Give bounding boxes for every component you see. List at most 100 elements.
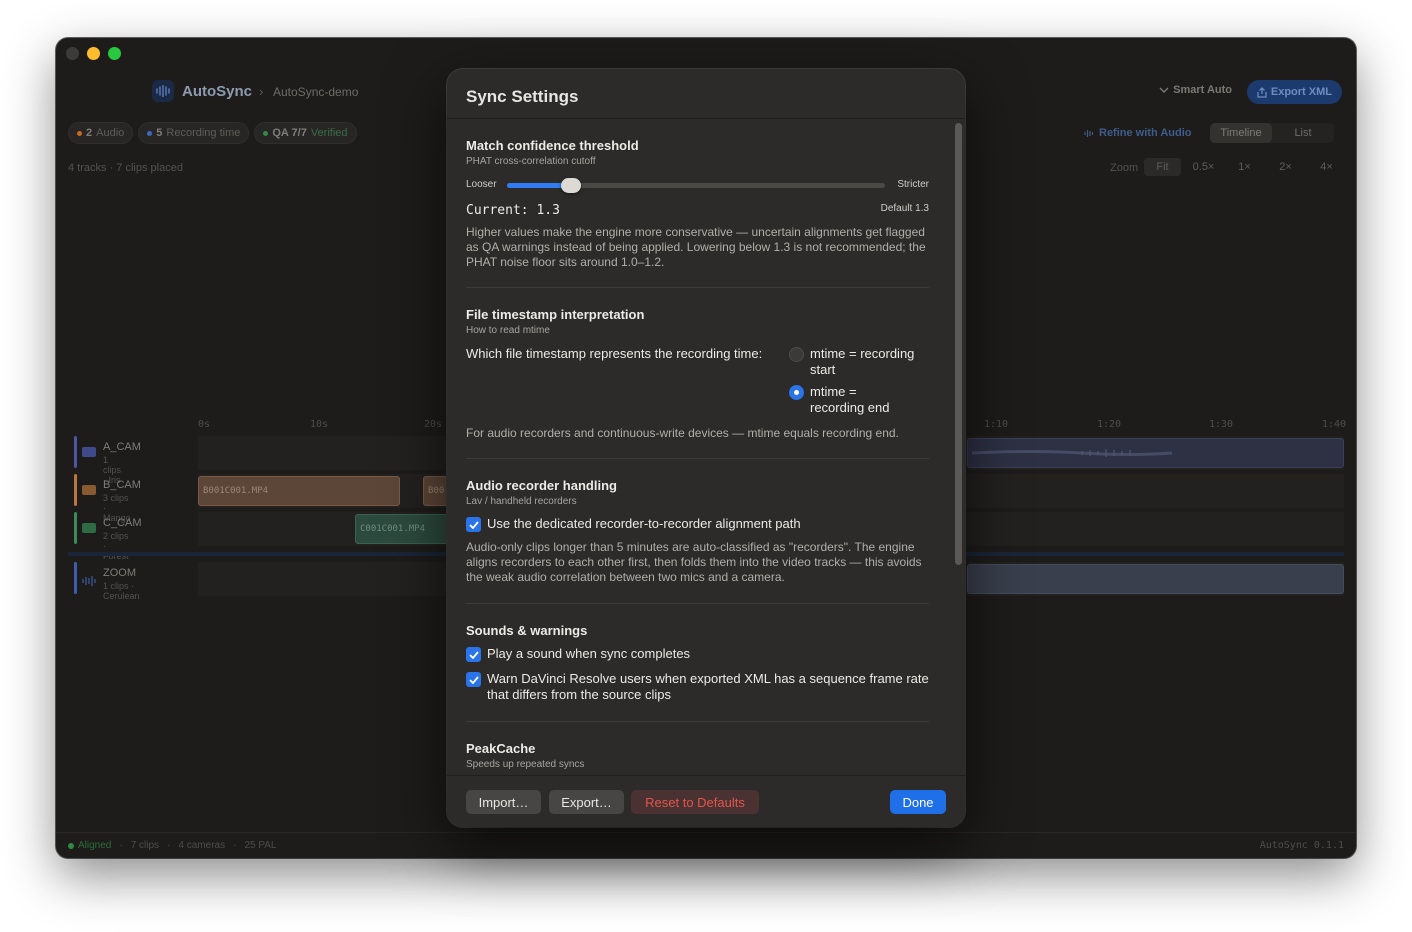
refine-with-audio-button[interactable]: Refine with Audio (1084, 127, 1191, 139)
audio-recorder-description: Audio-only clips longer than 5 minutes a… (466, 540, 922, 584)
slider-thumb[interactable] (561, 178, 581, 193)
section-divider (466, 287, 929, 288)
slider-min-label: Looser (466, 179, 497, 190)
zoom-1x[interactable]: 1× (1226, 158, 1263, 176)
chevron-down-icon (1159, 87, 1169, 93)
breadcrumb-chevron-icon: › (259, 84, 264, 99)
radio-option-recording-start[interactable]: mtime = recording start (789, 346, 930, 378)
checkbox-checked[interactable] (466, 672, 481, 687)
dot-icon (263, 130, 269, 136)
track-color-bar (74, 474, 77, 506)
audio-recorder-section: Audio recorder handling Lav / handheld r… (466, 478, 929, 507)
close-window-button[interactable] (66, 47, 79, 60)
ruler-tick: 10s (310, 419, 329, 430)
clip-b001c001[interactable]: B001C001.MP4 (198, 476, 400, 506)
badge-label: Verified (310, 127, 348, 139)
waveform-icon (972, 449, 1173, 457)
checkbox-checked[interactable] (466, 517, 481, 532)
recording-time-badge[interactable]: 5 Recording time (138, 122, 250, 144)
track-color-bar (74, 436, 77, 468)
footer-divider (447, 775, 965, 776)
ruler-tick: 1:40 (1322, 419, 1347, 430)
sounds-warnings-section: Sounds & warnings (466, 623, 929, 638)
import-button[interactable]: Import… (466, 790, 541, 814)
reset-to-defaults-button[interactable]: Reset to Defaults (631, 790, 759, 814)
app-version: AutoSync 0.1.1 (1259, 840, 1344, 851)
camera-icon (82, 447, 96, 457)
recorder-alignment-checkbox-row[interactable]: Use the dedicated recorder-to-recorder a… (466, 516, 929, 532)
radio-option-recording-end[interactable]: mtime = recording end (789, 384, 900, 416)
threshold-slider[interactable] (507, 178, 885, 193)
zoom-fit[interactable]: Fit (1144, 158, 1181, 176)
project-name[interactable]: AutoSync-demo (273, 85, 358, 99)
camera-icon (82, 523, 96, 533)
radio-dot (794, 390, 799, 395)
status-bar: Aligned · 7 clips · 4 cameras · 25 PAL A… (56, 832, 1356, 858)
done-button[interactable]: Done (890, 790, 946, 814)
checkbox-checked[interactable] (466, 647, 481, 662)
status-badges: 2 Audio 5 Recording time QA 7/7 Verified (68, 122, 357, 144)
zoom-0-5x[interactable]: 0.5× (1185, 158, 1222, 176)
track-subtitle: 2 clips · Forest (103, 531, 129, 561)
status-state: Aligned (78, 840, 112, 851)
warn-resolve-checkbox-row[interactable]: Warn DaVinci Resolve users when exported… (466, 671, 929, 703)
status-sep: · (167, 840, 171, 851)
audio-badge[interactable]: 2 Audio (68, 122, 134, 144)
checkbox-label: Warn DaVinci Resolve users when exported… (487, 671, 929, 702)
status-fps: 25 PAL (244, 840, 277, 851)
tracks-summary: 4 tracks · 7 clips placed (68, 162, 183, 174)
zoom-4x[interactable]: 4× (1308, 158, 1345, 176)
tab-timeline[interactable]: Timeline (1210, 123, 1272, 143)
maximize-window-button[interactable] (108, 47, 121, 60)
badge-count: QA 7/7 (272, 127, 307, 139)
track-color-bar (74, 562, 77, 594)
status-summary: Aligned · 7 clips · 4 cameras · 25 PAL (68, 840, 277, 851)
badge-label: Audio (96, 127, 125, 139)
tab-list[interactable]: List (1272, 123, 1334, 143)
zoom-label: Zoom (1110, 162, 1139, 174)
radio-label: mtime = recording end (810, 384, 890, 415)
section-title: Match confidence threshold (466, 138, 639, 153)
app-name: AutoSync (182, 83, 253, 100)
track-name: C_CAM (103, 517, 142, 529)
zoom-2x[interactable]: 2× (1267, 158, 1304, 176)
current-value-row: Current: 1.3 Default 1.3 (466, 201, 929, 219)
section-divider (466, 721, 929, 722)
ruler-tick: 0s (198, 419, 211, 430)
clip-c001c001[interactable]: C001C001.MP4 (355, 514, 455, 544)
scrollbar-thumb[interactable] (955, 123, 962, 565)
aligned-status: Aligned (68, 840, 111, 851)
radio-button-selected[interactable] (789, 385, 804, 400)
ruler-tick: 20s (424, 419, 443, 430)
section-divider (466, 603, 929, 604)
settings-scroll-area[interactable]: Match confidence threshold PHAT cross-co… (447, 119, 952, 774)
ruler-tick: 1:20 (1097, 419, 1122, 430)
dot-icon (68, 842, 74, 849)
waveform-icon (1084, 129, 1094, 137)
play-sound-checkbox-row[interactable]: Play a sound when sync completes (466, 646, 929, 662)
default-threshold-value: Default 1.3 (880, 203, 929, 214)
dialog-title: Sync Settings (466, 87, 579, 106)
radio-button[interactable] (789, 347, 804, 362)
zoom-control: Fit 0.5× 1× 2× 4× (1144, 158, 1345, 176)
audio-waveform-clip[interactable] (967, 438, 1344, 468)
settings-scrollbar[interactable] (955, 121, 962, 774)
export-xml-button[interactable]: Export XML (1246, 80, 1342, 104)
smart-auto-dropdown[interactable]: Smart Auto (1159, 84, 1232, 96)
waveform-logo-icon (152, 80, 174, 102)
timestamp-description: For audio recorders and continuous-write… (466, 426, 899, 440)
checkbox-label: Use the dedicated recorder-to-recorder a… (487, 516, 801, 531)
refine-label: Refine with Audio (1099, 127, 1192, 139)
minimize-window-button[interactable] (87, 47, 100, 60)
section-subtitle: PHAT cross-correlation cutoff (466, 156, 596, 167)
qa-badge[interactable]: QA 7/7 Verified (254, 122, 357, 144)
track-name: ZOOM (103, 567, 136, 579)
checkmark-icon (468, 675, 479, 684)
section-title: Audio recorder handling (466, 478, 617, 493)
ruler-tick: 1:10 (984, 419, 1009, 430)
checkbox-label: Play a sound when sync completes (487, 646, 691, 661)
section-title: PeakCache (466, 741, 536, 756)
threshold-description: Higher values make the engine more conse… (466, 225, 926, 269)
zoom-audio-clip[interactable] (967, 564, 1344, 594)
export-button[interactable]: Export… (549, 790, 624, 814)
